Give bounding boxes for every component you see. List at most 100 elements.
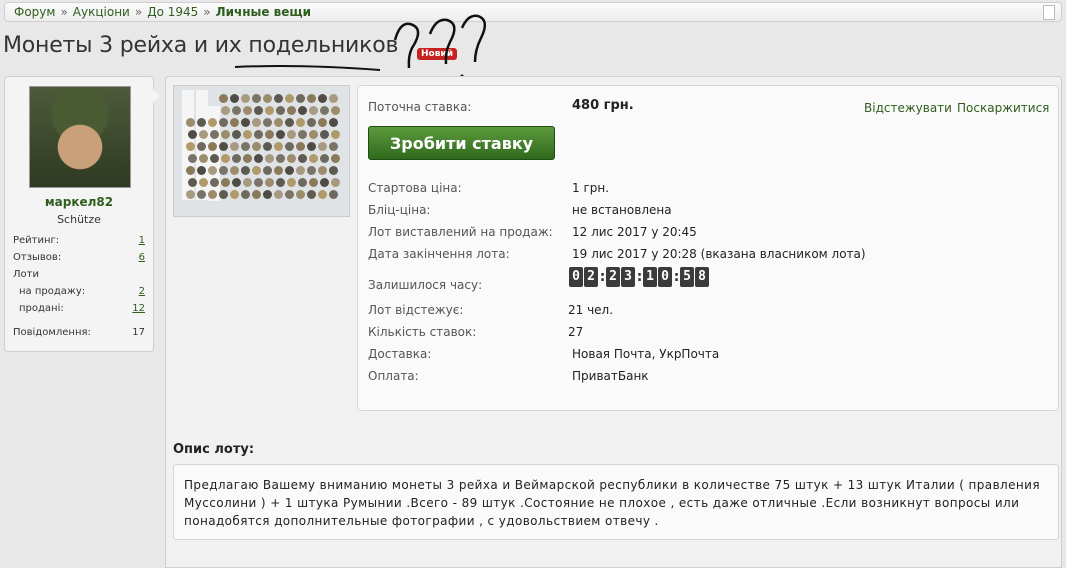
- stat-reviews: Отзывов: 6: [13, 252, 145, 263]
- coin: [197, 142, 206, 151]
- coin: [263, 166, 272, 175]
- timer-days: 02: [569, 267, 599, 287]
- avatar[interactable]: [29, 86, 131, 188]
- watch-link[interactable]: Відстежувати: [864, 101, 952, 115]
- coin: [318, 190, 327, 199]
- coin: [285, 166, 294, 175]
- card-arrow: [153, 89, 160, 103]
- stat-on-sale: на продажу: 2: [19, 286, 145, 297]
- coin: [252, 118, 261, 127]
- coin: [252, 166, 261, 175]
- stat-sold: продані: 12: [19, 303, 145, 314]
- coin: [188, 154, 197, 163]
- coin: [197, 166, 206, 175]
- coin: [208, 118, 217, 127]
- bids-count-label: Кількість ставок:: [368, 325, 477, 339]
- end-date-value: 19 лис 2017 у 20:28 (вказана власником л…: [572, 247, 866, 261]
- coin: [243, 106, 252, 115]
- coin: [243, 154, 252, 163]
- coin: [274, 94, 283, 103]
- stat-reviews-label: Отзывов:: [13, 252, 62, 263]
- coin: [265, 154, 274, 163]
- coin: [241, 190, 250, 199]
- blitz-price-value: не встановлена: [572, 203, 672, 217]
- timer-digit: 1: [643, 267, 657, 287]
- timer-colon: :: [599, 269, 606, 285]
- place-bid-button[interactable]: Зробити ставку: [368, 126, 555, 160]
- coin: [296, 190, 305, 199]
- timer-minutes: 10: [643, 267, 673, 287]
- coin: [252, 142, 261, 151]
- coin: [199, 154, 208, 163]
- lot-photo[interactable]: [173, 85, 350, 217]
- coin: [276, 154, 285, 163]
- breadcrumb-before-1945[interactable]: До 1945: [147, 5, 198, 19]
- listed-date-label: Лот виставлений на продаж:: [368, 225, 553, 239]
- coin: [320, 130, 329, 139]
- timer-seconds: 58: [680, 267, 710, 287]
- coin: [241, 142, 250, 151]
- coin: [320, 154, 329, 163]
- breadcrumb-separator: »: [134, 5, 143, 19]
- stat-lots: Лоти: [13, 269, 145, 280]
- coin: [265, 178, 274, 187]
- coin: [254, 154, 263, 163]
- coin: [307, 94, 316, 103]
- username[interactable]: маркел82: [5, 195, 153, 209]
- timer-digit: 8: [695, 267, 709, 287]
- coin: [188, 130, 197, 139]
- coin: [296, 142, 305, 151]
- coin: [221, 106, 230, 115]
- coin: [274, 190, 283, 199]
- coin: [186, 190, 195, 199]
- stat-rating: Рейтинг: 1: [13, 235, 145, 246]
- user-profile-card: маркел82 Schütze Рейтинг: 1 Отзывов: 6 Л…: [4, 76, 160, 352]
- coin: [210, 178, 219, 187]
- coin: [285, 118, 294, 127]
- stat-lots-label: Лоти: [13, 269, 39, 280]
- breadcrumb-forum[interactable]: Форум: [14, 5, 55, 19]
- report-link[interactable]: Поскаржитися: [957, 101, 1049, 115]
- payment-label: Оплата:: [368, 369, 419, 383]
- coin: [265, 106, 274, 115]
- stat-sold-value[interactable]: 12: [132, 303, 145, 314]
- coin: [329, 166, 338, 175]
- bids-count-value: 27: [568, 325, 584, 339]
- breadcrumb-auctions[interactable]: Аукціони: [73, 5, 130, 19]
- coin: [307, 166, 316, 175]
- coin: [186, 142, 195, 151]
- coin: [241, 118, 250, 127]
- coin: [331, 106, 340, 115]
- stat-reviews-value[interactable]: 6: [139, 252, 145, 263]
- stat-on-sale-label: на продажу:: [19, 286, 86, 297]
- coin: [309, 154, 318, 163]
- coin: [329, 94, 338, 103]
- coin: [219, 142, 228, 151]
- coin: [208, 166, 217, 175]
- delivery-label: Доставка:: [368, 347, 432, 361]
- coin: [230, 118, 239, 127]
- coin: [186, 118, 195, 127]
- coin: [307, 118, 316, 127]
- breadcrumb-separator: »: [60, 5, 68, 19]
- coin: [263, 118, 272, 127]
- coin: [287, 178, 296, 187]
- coin: [208, 142, 217, 151]
- stat-rating-value[interactable]: 1: [139, 235, 145, 246]
- stat-sold-label: продані:: [19, 303, 64, 314]
- stat-rating-label: Рейтинг:: [13, 235, 60, 246]
- coin: [296, 94, 305, 103]
- stat-on-sale-value[interactable]: 2: [139, 286, 145, 297]
- document-icon[interactable]: [1043, 5, 1055, 20]
- coin: [232, 130, 241, 139]
- coin: [230, 190, 239, 199]
- timer-colon: :: [636, 269, 643, 285]
- start-price-label: Стартова ціна:: [368, 181, 462, 195]
- coin: [219, 166, 228, 175]
- timer-hours: 23: [606, 267, 636, 287]
- breadcrumb-separator: »: [203, 5, 211, 19]
- coin: [221, 178, 230, 187]
- countdown-timer: 02:23:10:58: [569, 267, 710, 289]
- coin: [274, 142, 283, 151]
- blitz-price-label: Бліц-ціна:: [368, 203, 431, 217]
